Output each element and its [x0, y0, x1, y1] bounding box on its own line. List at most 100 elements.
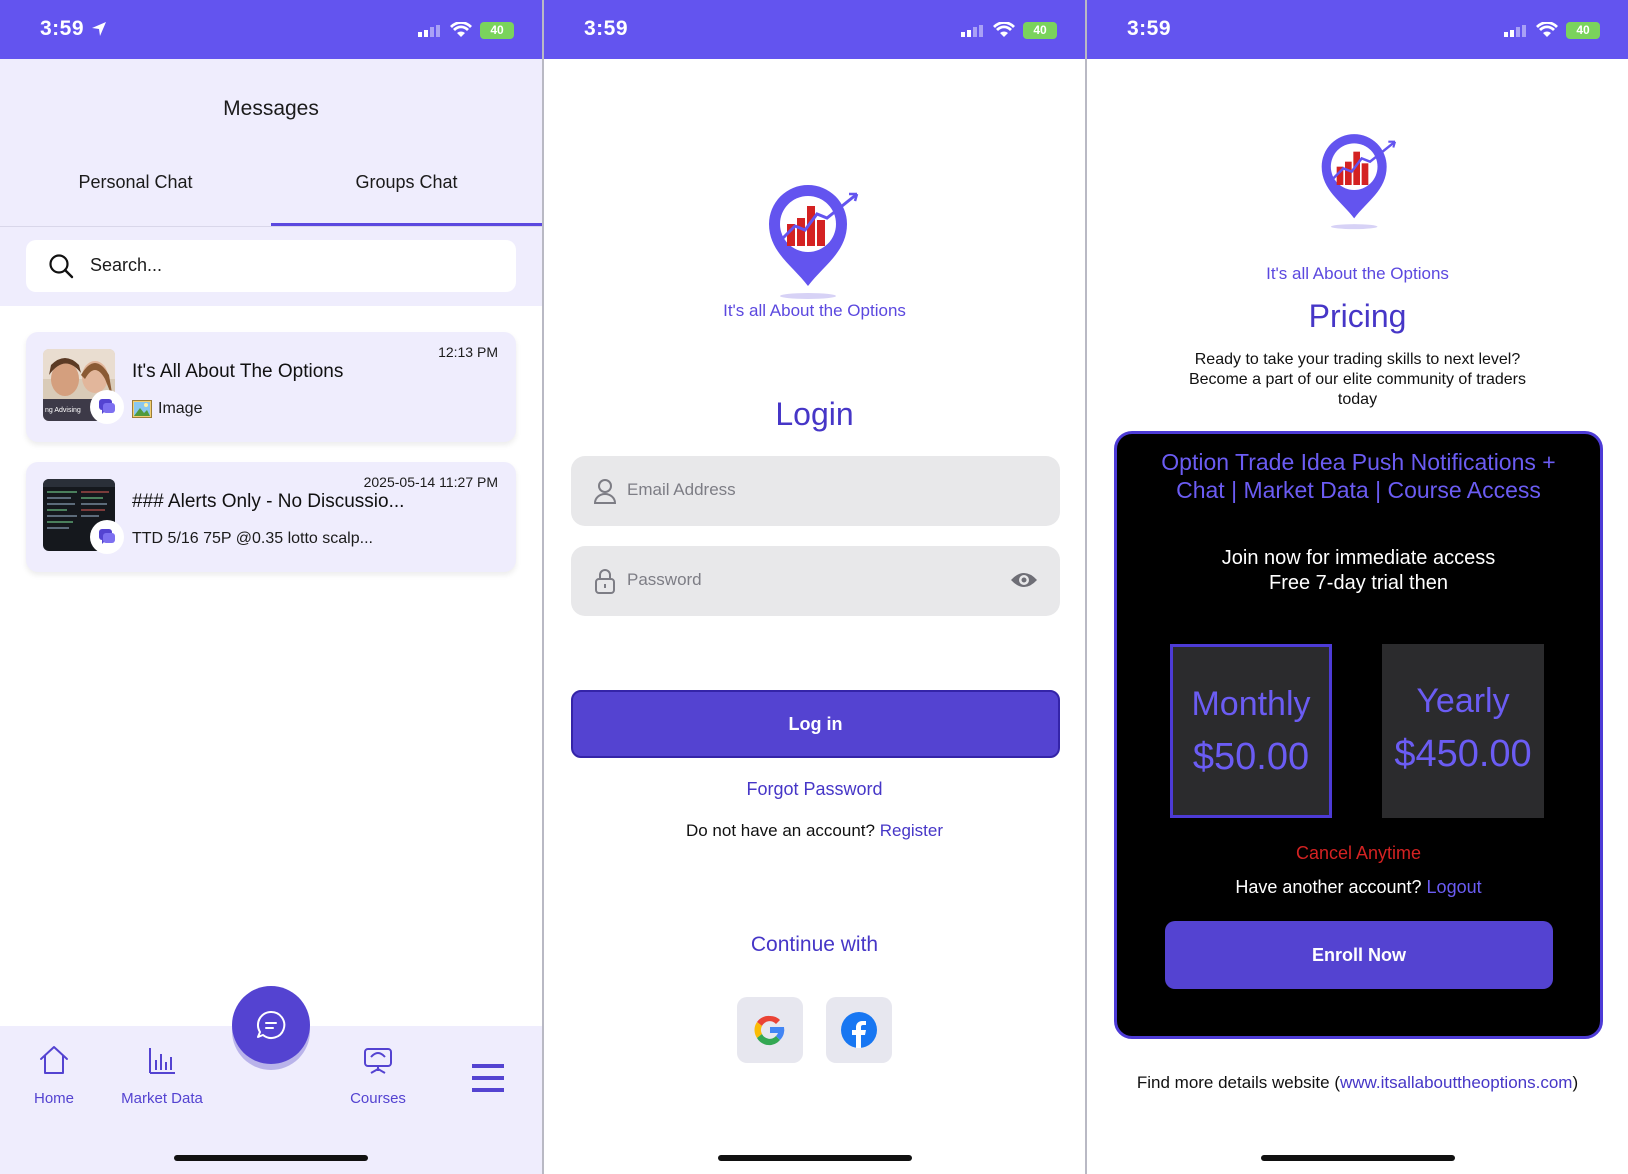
- home-indicator: [1260, 1155, 1455, 1161]
- brand-logo-icon: [769, 185, 859, 299]
- nav-courses[interactable]: Courses: [338, 1044, 418, 1107]
- list-item[interactable]: ng Advising It's All About The Options 1…: [26, 332, 516, 442]
- image-icon: [132, 400, 152, 418]
- chat-time: 12:13 PM: [438, 344, 498, 360]
- register-prompt: Do not have an account? Register: [544, 821, 1085, 841]
- home-indicator: [174, 1155, 368, 1161]
- chat-preview-text: Image: [158, 400, 203, 417]
- brand-tagline: It's all About the Options: [723, 301, 906, 320]
- brand-tagline: It's all About the Options: [1266, 264, 1449, 283]
- group-chat-badge: [90, 520, 124, 554]
- plan-headline: Option Trade Idea Push Notifications + C…: [1161, 449, 1556, 503]
- eye-icon[interactable]: [1010, 570, 1038, 590]
- status-bar: 3:59 40: [1087, 0, 1628, 59]
- chat-bubble-icon: [99, 529, 115, 544]
- search-placeholder: Search...: [90, 255, 163, 275]
- search-icon: [49, 254, 74, 279]
- battery-icon: 40: [1566, 22, 1600, 39]
- new-chat-button[interactable]: [232, 986, 310, 1064]
- password-field[interactable]: Password: [571, 546, 1060, 616]
- page-title: Login: [775, 396, 854, 432]
- plan-name: Monthly: [1191, 685, 1311, 723]
- website-details-text: Find more details website (: [1136, 1073, 1340, 1092]
- email-field[interactable]: Email Address: [571, 456, 1060, 526]
- chat-preview: Image: [132, 400, 202, 418]
- plan-option-yearly[interactable]: Yearly $450.00: [1382, 644, 1544, 818]
- no-account-text: Do not have an account?: [685, 821, 875, 840]
- facebook-login-button[interactable]: [826, 997, 892, 1063]
- cancel-anytime-text: Cancel Anytime: [1295, 843, 1422, 863]
- nav-courses-label: Courses: [350, 1090, 406, 1107]
- group-chat-badge: [90, 390, 124, 424]
- chat-name: It's All About The Options: [132, 361, 344, 382]
- lock-icon: [595, 569, 615, 594]
- plan-card: Option Trade Idea Push Notifications + C…: [1114, 431, 1603, 1039]
- battery-icon: 40: [480, 22, 514, 39]
- email-placeholder: Email Address: [627, 480, 736, 499]
- google-icon: [754, 1015, 785, 1046]
- menu-button[interactable]: [470, 1062, 506, 1098]
- another-account-text: Have another account?: [1235, 877, 1422, 897]
- user-icon: [593, 479, 617, 504]
- status-time: 3:59: [1127, 17, 1172, 40]
- search-input[interactable]: Search...: [26, 240, 516, 292]
- another-account-prompt: Have another account? Logout: [1117, 877, 1600, 898]
- cellular-signal-icon: [418, 25, 440, 37]
- list-item[interactable]: ### Alerts Only - No Discussio... 2025-0…: [26, 462, 516, 572]
- page-title: Pricing: [1308, 298, 1407, 334]
- forgot-password-link[interactable]: Forgot Password: [544, 779, 1085, 800]
- google-login-button[interactable]: [737, 997, 803, 1063]
- wifi-icon: [993, 22, 1015, 37]
- plan-price: $450.00: [1394, 733, 1532, 775]
- plan-subtitle: Join now for immediate access Free 7-day…: [1147, 546, 1570, 596]
- plan-price: $50.00: [1192, 736, 1310, 778]
- brand-logo-icon: [1321, 134, 1397, 230]
- logout-link[interactable]: Logout: [1427, 877, 1482, 897]
- enroll-now-button[interactable]: Enroll Now: [1165, 921, 1553, 989]
- cellular-signal-icon: [961, 25, 983, 37]
- status-time: 3:59: [584, 17, 629, 40]
- chat-icon: [256, 1010, 286, 1039]
- tab-personal-chat[interactable]: Personal Chat: [0, 172, 271, 193]
- bar-chart-icon: [149, 1048, 175, 1074]
- plan-subtitle-line1: Join now for immediate access: [1221, 547, 1496, 569]
- home-indicator: [717, 1155, 912, 1161]
- home-icon: [40, 1046, 68, 1074]
- pricing-screen: 3:59 40 It's all About the Options Prici…: [1087, 0, 1628, 1174]
- chat-name: ### Alerts Only - No Discussio...: [132, 491, 405, 512]
- courses-icon: [364, 1048, 392, 1074]
- plan-name: Yearly: [1416, 682, 1510, 720]
- website-link[interactable]: www.itsallabouttheoptions.com: [1340, 1073, 1572, 1092]
- tab-groups-chat[interactable]: Groups Chat: [271, 172, 542, 193]
- nav-home[interactable]: Home: [22, 1044, 86, 1107]
- status-bar: 3:59 40: [0, 0, 542, 59]
- website-details: Find more details website (www.itsallabo…: [1087, 1073, 1628, 1093]
- messages-screen: 3:59 40 Messages Personal Chat Groups Ch…: [0, 0, 542, 1174]
- nav-home-label: Home: [33, 1090, 74, 1107]
- active-tab-indicator: [271, 223, 542, 226]
- cellular-signal-icon: [1504, 25, 1526, 37]
- chat-bubble-icon: [99, 399, 115, 414]
- hamburger-menu-icon: [472, 1064, 504, 1092]
- password-placeholder: Password: [627, 570, 702, 589]
- register-link[interactable]: Register: [880, 821, 943, 840]
- chat-preview-text: TTD 5/16 75P @0.35 lotto scalp...: [132, 530, 373, 547]
- nav-market-data[interactable]: Market Data: [112, 1044, 212, 1107]
- chat-time: 2025-05-14 11:27 PM: [363, 474, 498, 490]
- chat-preview: TTD 5/16 75P @0.35 lotto scalp...: [132, 530, 373, 548]
- status-time: 3:59: [40, 17, 85, 40]
- pricing-description: Ready to take your trading skills to nex…: [1188, 351, 1527, 408]
- plan-subtitle-line2: Free 7-day trial then: [1269, 572, 1448, 594]
- wifi-icon: [1536, 22, 1558, 37]
- continue-with-label: Continue with: [750, 933, 879, 956]
- chat-tabs: Personal Chat Groups Chat: [0, 160, 542, 227]
- website-details-end: ): [1572, 1073, 1579, 1092]
- wifi-icon: [450, 22, 472, 37]
- nav-market-data-label: Market Data: [121, 1090, 203, 1107]
- chat-list: ng Advising It's All About The Options 1…: [0, 306, 542, 1026]
- status-bar: 3:59 40: [544, 0, 1085, 59]
- battery-icon: 40: [1023, 22, 1057, 39]
- login-screen: 3:59 40 It's all About the Options Login…: [544, 0, 1085, 1174]
- login-button[interactable]: Log in: [571, 690, 1060, 758]
- plan-option-monthly[interactable]: Monthly $50.00: [1170, 644, 1332, 818]
